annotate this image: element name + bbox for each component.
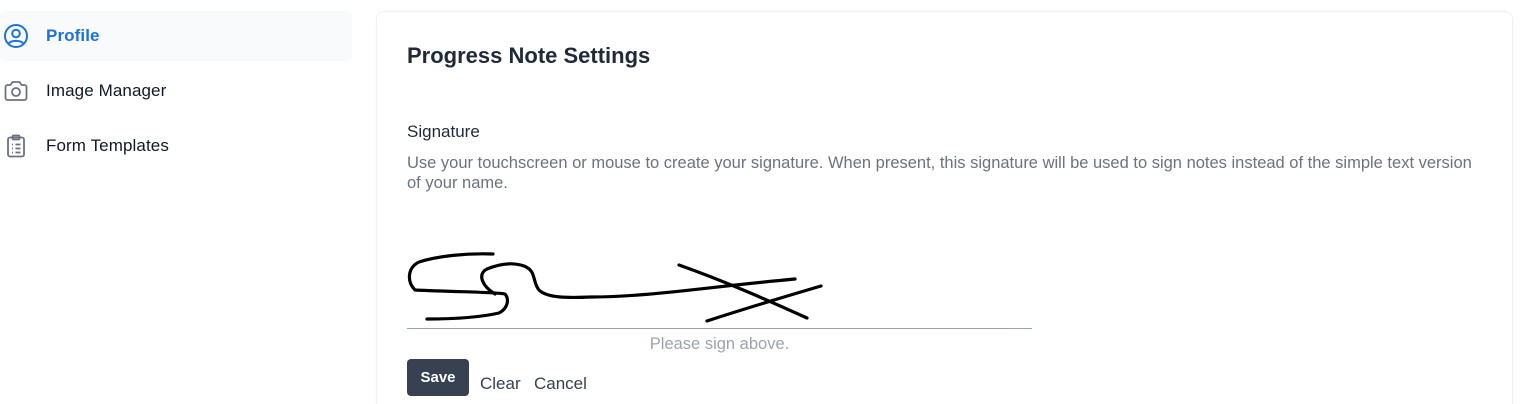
page-title: Progress Note Settings <box>407 43 651 68</box>
sidebar-item-label: Image Manager <box>46 81 167 100</box>
save-button[interactable]: Save <box>407 359 469 396</box>
sidebar-item-label: Form Templates <box>46 136 169 155</box>
sidebar-item-form-templates[interactable]: Form Templates <box>0 121 352 171</box>
signature-heading: Signature <box>407 122 480 141</box>
sidebar-item-image-manager[interactable]: Image Manager <box>0 66 352 116</box>
progress-note-settings-card: Progress Note Settings Signature Use you… <box>376 11 1513 404</box>
clear-button[interactable]: Clear <box>480 374 521 394</box>
camera-icon <box>3 78 29 104</box>
sidebar: Profile Image Manager Form Templates <box>0 11 352 176</box>
signature-baseline <box>407 328 1032 329</box>
clipboard-list-icon <box>3 133 29 159</box>
sidebar-item-label: Profile <box>46 26 100 45</box>
signature-hint: Please sign above. <box>649 335 790 353</box>
signature-drawing <box>407 252 823 323</box>
signature-description: Use your touchscreen or mouse to create … <box>407 154 1472 192</box>
cancel-button[interactable]: Cancel <box>534 374 587 394</box>
signature-pad[interactable] <box>407 224 1032 328</box>
sidebar-item-profile[interactable]: Profile <box>0 11 352 61</box>
settings-page: Profile Image Manager Form Templates Pro… <box>0 0 1529 404</box>
user-circle-icon <box>3 23 29 49</box>
